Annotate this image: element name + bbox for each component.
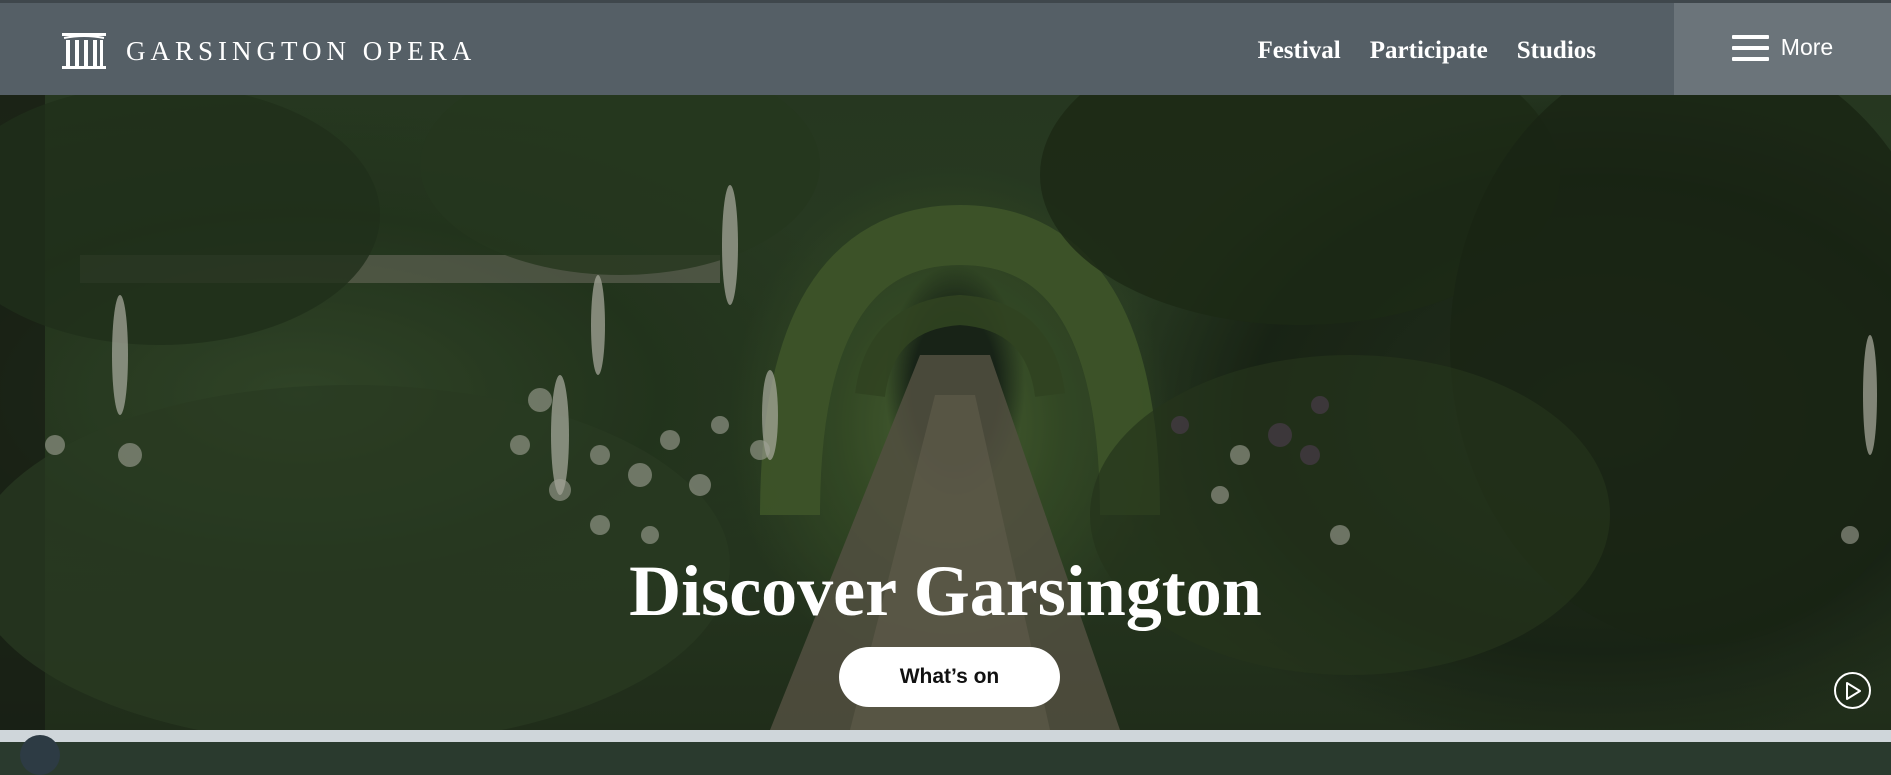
more-label: More xyxy=(1780,34,1834,60)
hero-banner: Discover Garsington What’s on xyxy=(0,95,1891,730)
columns-logo-icon xyxy=(62,33,106,69)
logo-text: GARSINGTON OPERA xyxy=(126,35,477,66)
hamburger-icon xyxy=(1731,34,1769,61)
nav-festival[interactable]: Festival xyxy=(1257,33,1340,69)
site-header: GARSINGTON OPERA Festival Participate St… xyxy=(0,0,1891,98)
play-icon[interactable] xyxy=(1834,672,1871,709)
nav-participate[interactable]: Participate xyxy=(1370,33,1488,69)
site-logo[interactable]: GARSINGTON OPERA xyxy=(60,31,476,71)
more-menu-button[interactable]: More xyxy=(1674,3,1891,98)
chat-avatar-icon[interactable] xyxy=(20,735,60,775)
whats-on-button[interactable]: What’s on xyxy=(839,647,1060,707)
main-nav: Festival Participate Studios xyxy=(1257,33,1596,69)
bottom-strip xyxy=(0,730,1891,775)
nav-studios[interactable]: Studios xyxy=(1517,33,1596,69)
hero-title: Discover Garsington xyxy=(629,551,1262,631)
hero-overlay xyxy=(0,95,1891,730)
